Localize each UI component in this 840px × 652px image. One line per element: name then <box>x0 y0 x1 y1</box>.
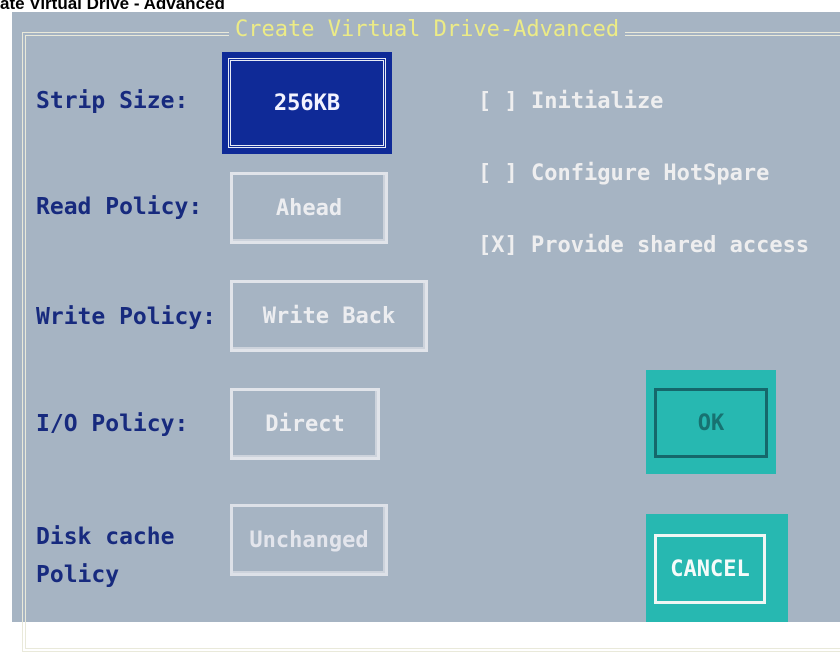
read-policy-label: Read Policy: <box>36 194 203 220</box>
io-policy-label: I/O Policy: <box>36 411 189 437</box>
configure-hotspare-checkbox[interactable]: [ ] Configure HotSpare <box>478 158 769 190</box>
dialog-title: Create Virtual Drive-Advanced <box>229 16 626 44</box>
disk-cache-field[interactable]: Unchanged <box>230 504 388 576</box>
write-policy-field[interactable]: Write Back <box>230 280 428 352</box>
cancel-button[interactable]: CANCEL <box>654 534 766 604</box>
disk-cache-label-line2: Policy <box>36 562 120 588</box>
disk-cache-label-line1: Disk cache <box>36 524 175 550</box>
read-policy-field[interactable]: Ahead <box>230 172 388 244</box>
strip-size-label: Strip Size: <box>36 88 189 114</box>
bios-screen: Create Virtual Drive-Advanced Strip Size… <box>12 12 840 652</box>
initialize-checkbox[interactable]: [ ] Initialize <box>478 86 663 118</box>
ok-button[interactable]: OK <box>654 388 768 458</box>
io-policy-field[interactable]: Direct <box>230 388 380 460</box>
shared-access-checkbox[interactable]: [X] Provide shared access <box>478 230 809 262</box>
write-policy-label: Write Policy: <box>36 304 217 330</box>
strip-size-field[interactable]: 256KB <box>222 52 392 154</box>
